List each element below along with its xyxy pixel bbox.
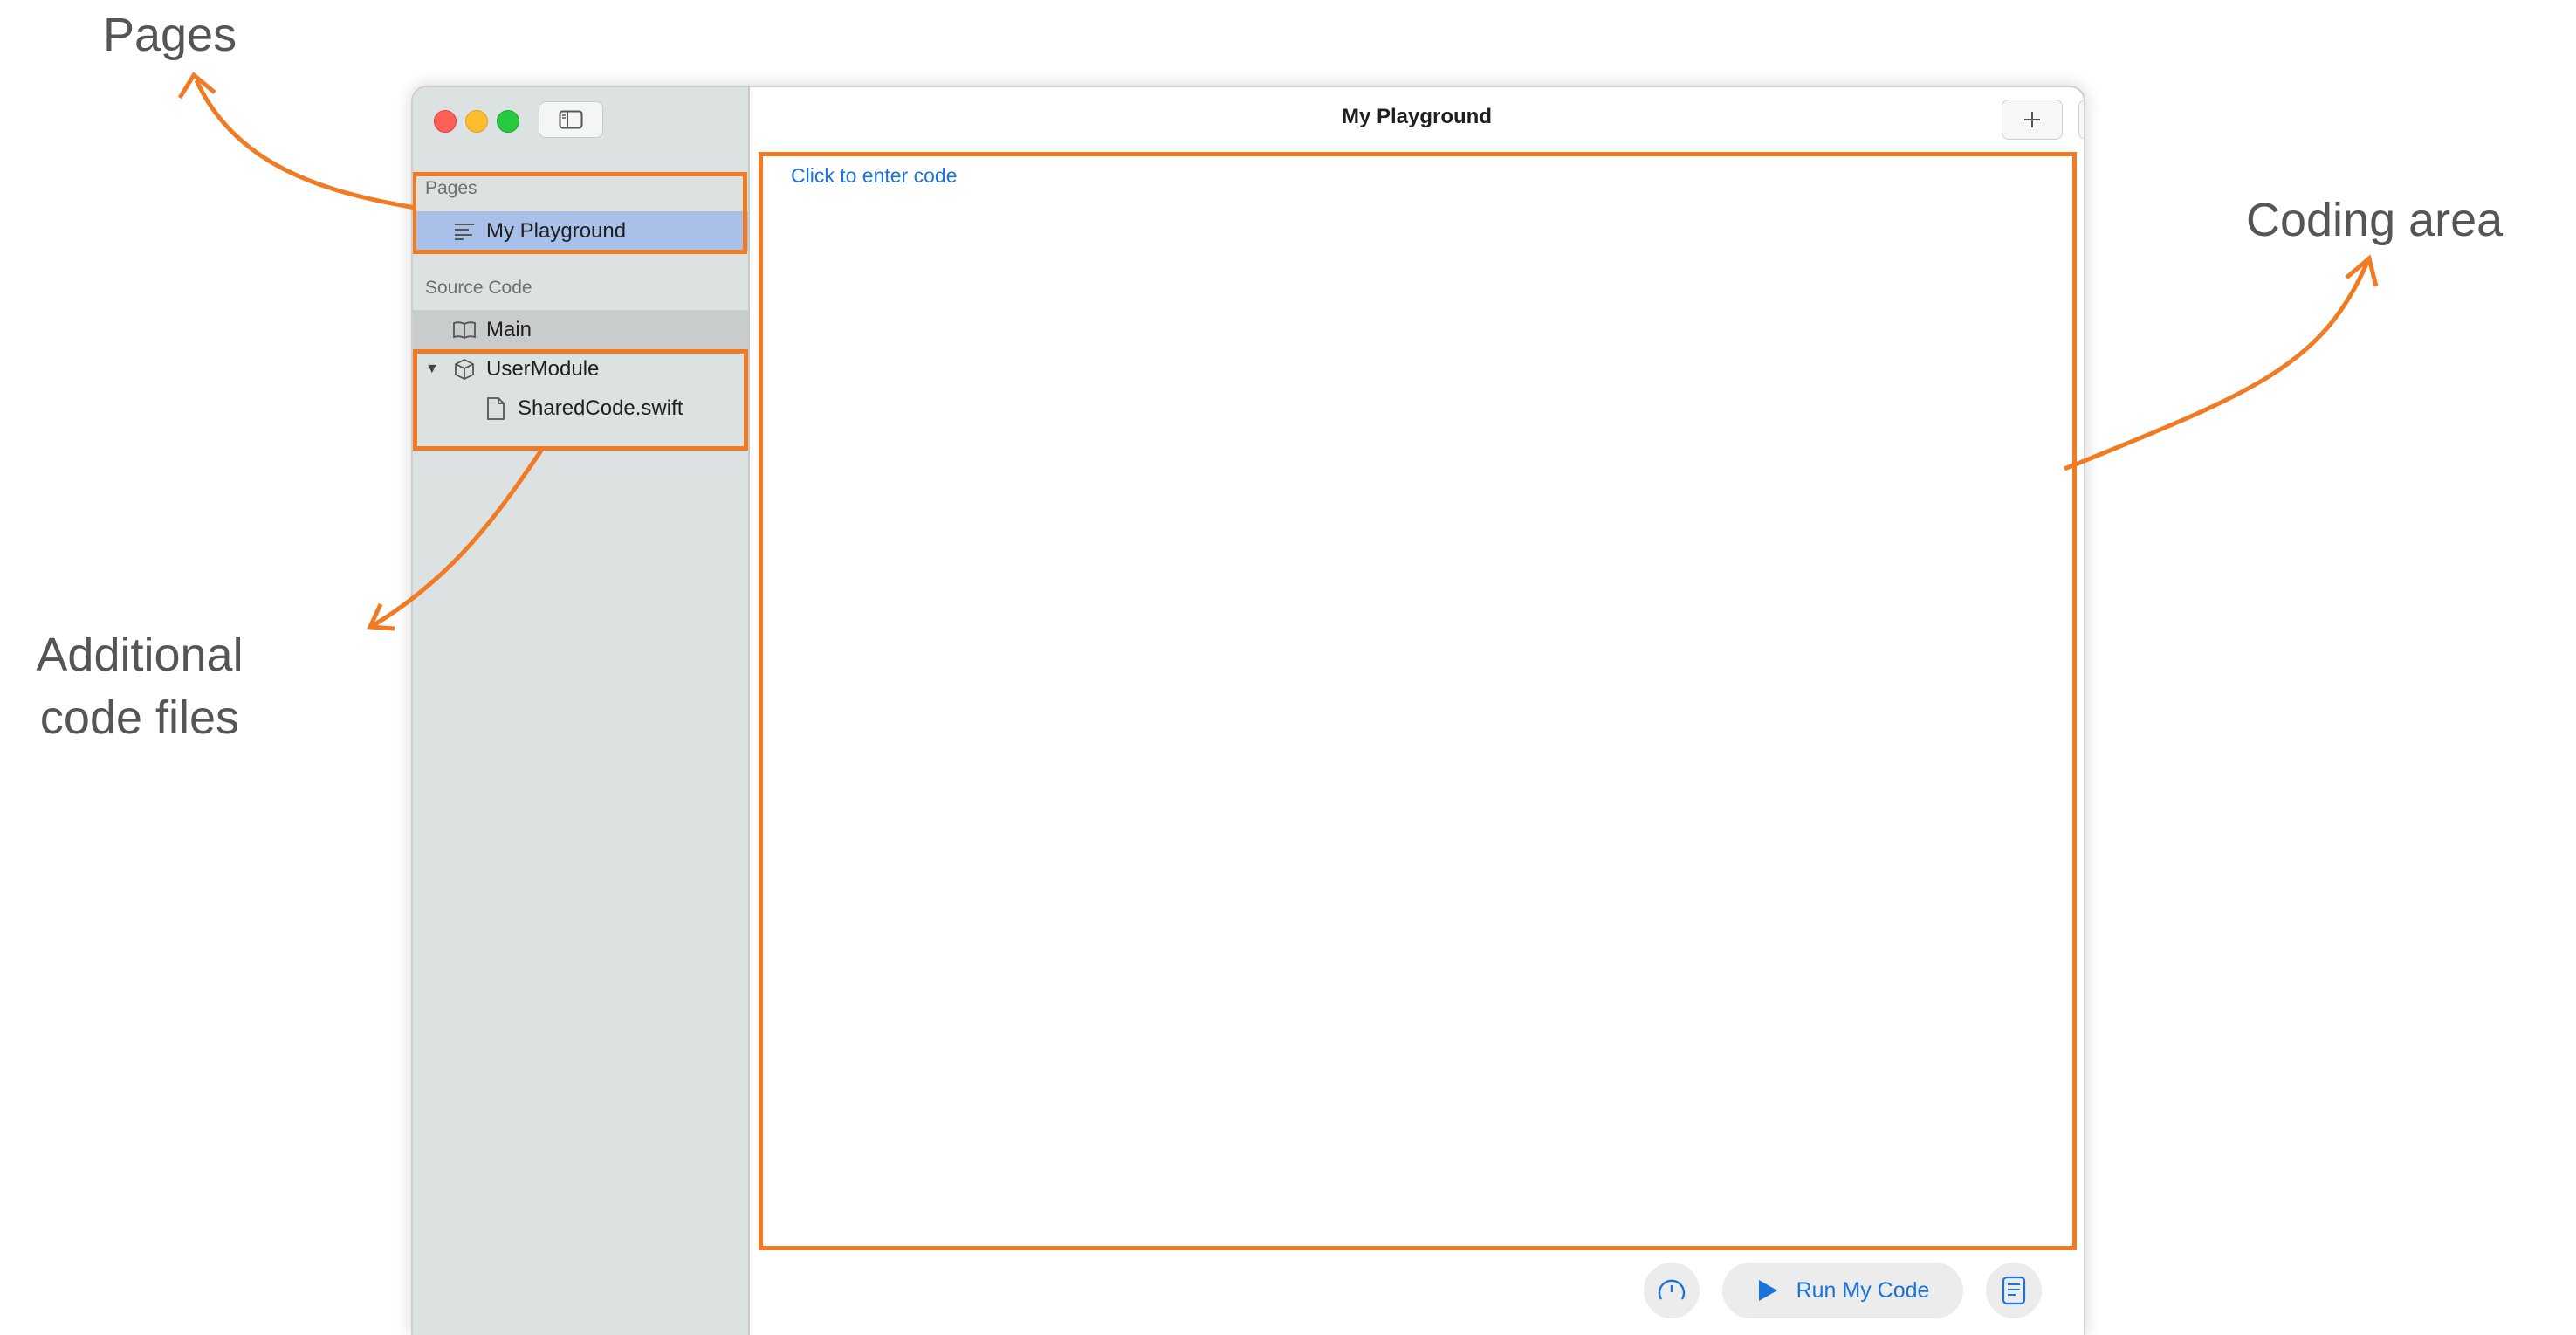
- annotation-arrows: [177, 72, 2379, 631]
- additional-files-arrow: [372, 446, 546, 628]
- coding-area-arrow: [2064, 261, 2370, 471]
- pages-arrow: [194, 79, 416, 210]
